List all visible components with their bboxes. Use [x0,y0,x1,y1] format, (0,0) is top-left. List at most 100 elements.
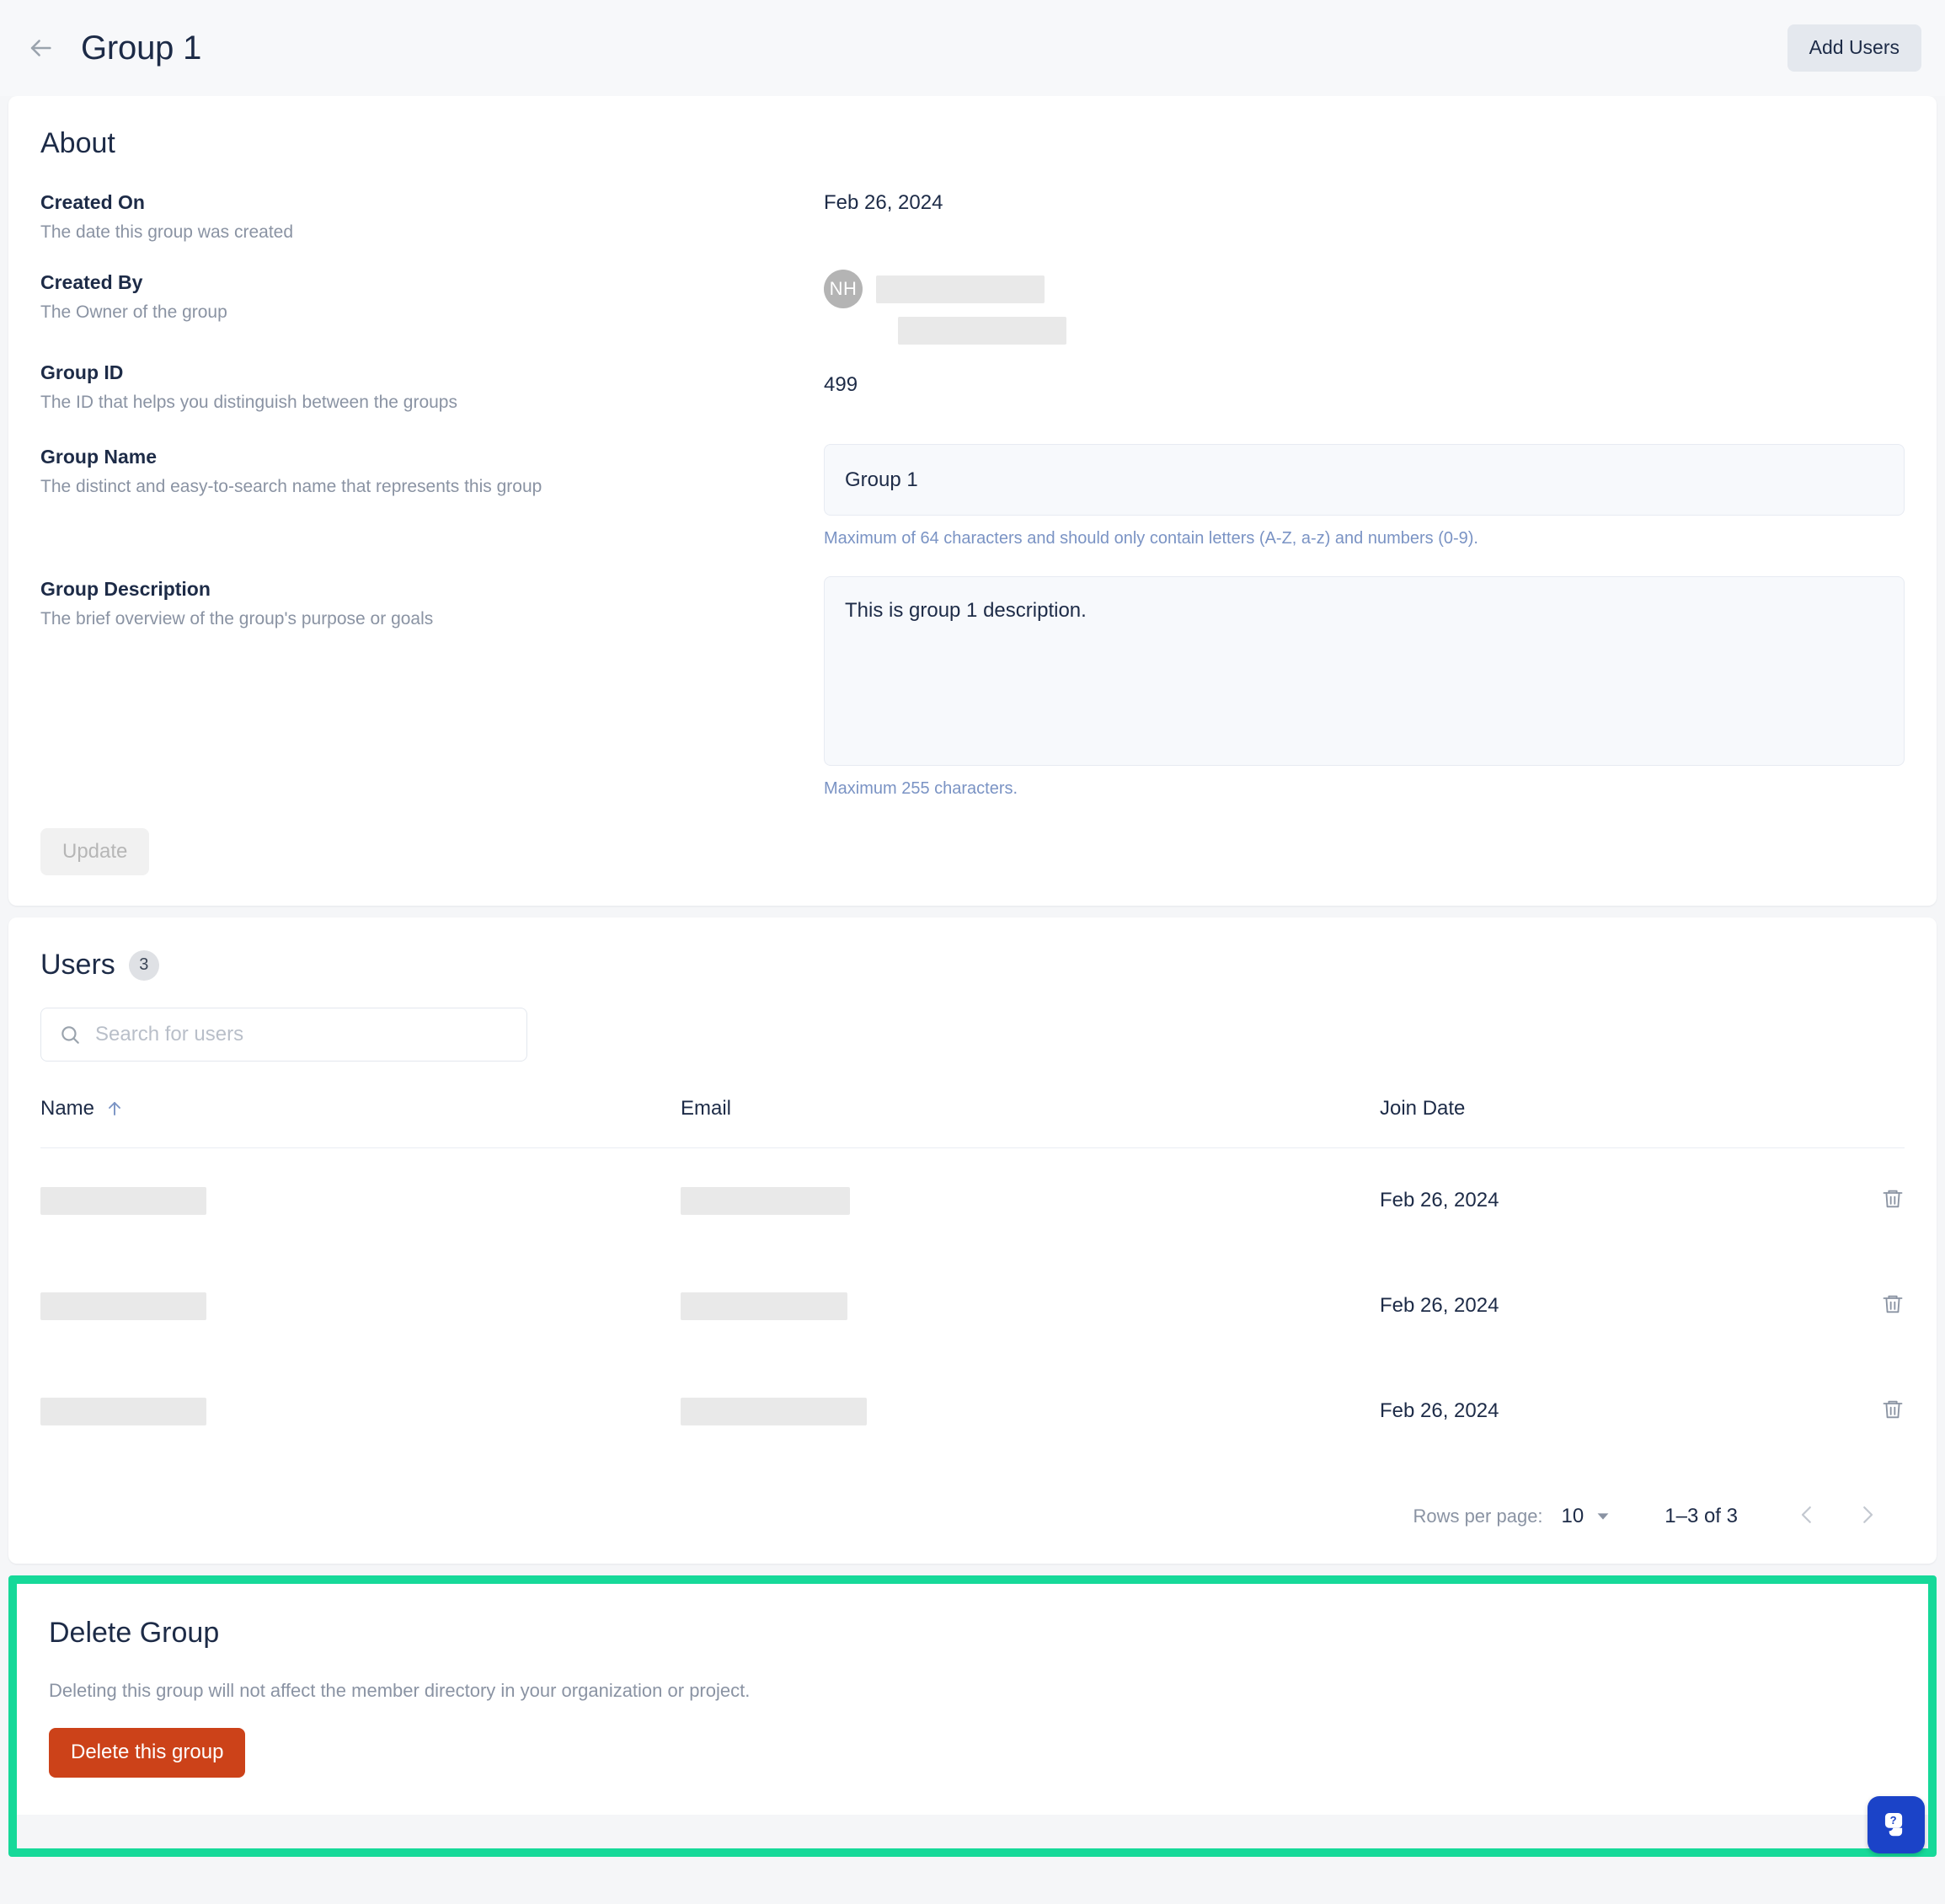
redacted-name [40,1397,206,1425]
column-header-name-label: Name [40,1097,95,1120]
users-count-badge: 3 [128,949,159,981]
help-chat-icon: ? [1880,1808,1912,1842]
cell-email [681,1254,1380,1359]
field-value-group: Maximum 255 characters. [824,575,1905,800]
field-value-group: 499 [824,360,1905,398]
table-row: Feb 26, 2024 [40,1359,1905,1464]
pagination: Rows per page: 10 1–3 of 3 [40,1495,1905,1538]
redacted-user-email [898,317,1066,345]
users-table-head: Name Email Join Date [40,1097,1905,1149]
trash-icon [1881,1292,1905,1318]
about-section-title: About [40,127,115,159]
table-header-row: Name Email Join Date [40,1097,1905,1149]
pagination-prev-button[interactable] [1785,1495,1829,1538]
page-header: Group 1 Add Users [0,0,1945,96]
field-label: Created By [40,271,143,294]
cell-email [681,1359,1380,1464]
users-section-title: Users [40,949,115,981]
add-users-button[interactable]: Add Users [1787,24,1921,72]
rows-per-page-label: Rows per page: [1413,1505,1543,1527]
group-description-input[interactable] [824,575,1905,766]
delete-this-group-button[interactable]: Delete this group [49,1728,246,1778]
about-row-group-description: Group Description The brief overview of … [40,575,1905,800]
group-description-helper-text: Maximum 255 characters. [824,778,1018,798]
about-card: About Created On The date this group was… [8,96,1937,907]
field-label: Group ID [40,361,124,384]
trash-icon [1881,1398,1905,1424]
users-table: Name Email Join Date Feb 26, 2024 Feb 26… [40,1097,1905,1464]
pagination-next-button[interactable] [1846,1495,1889,1538]
users-table-body: Feb 26, 2024 Feb 26, 2024 Feb 26, 2024 [40,1148,1905,1464]
arrow-up-icon [104,1099,125,1119]
delete-group-card: Delete Group Deleting this group will no… [8,1575,1937,1857]
redacted-name [40,1186,206,1215]
field-value-group: NH [824,270,1905,345]
delete-user-button[interactable] [1881,1292,1905,1318]
delete-card-footer-strip [17,1814,1928,1848]
field-description: The Owner of the group [40,302,227,323]
redacted-email [681,1186,850,1215]
field-description: The ID that helps you distinguish betwee… [40,393,457,413]
delete-group-description: Deleting this group will not affect the … [49,1680,751,1702]
field-description: The brief overview of the group's purpos… [40,608,434,628]
field-label: Group Name [40,445,158,468]
cell-name [40,1359,681,1464]
arrow-left-icon [26,34,55,62]
created-on-value: Feb 26, 2024 [824,190,943,214]
group-name-helper-text: Maximum of 64 characters and should only… [824,528,1478,548]
redacted-name [40,1292,206,1320]
field-label: Created On [40,190,145,213]
about-actions: Update [40,827,1905,876]
cell-email [681,1148,1380,1254]
column-header-email-label: Email [681,1097,732,1120]
cell-name [40,1148,681,1254]
field-label: Group Description [40,577,211,600]
update-button[interactable]: Update [40,827,150,876]
column-header-join-date[interactable]: Join Date [1380,1097,1818,1149]
field-description: The distinct and easy-to-search name tha… [40,476,542,496]
cell-join-date: Feb 26, 2024 [1380,1399,1499,1423]
page-title: Group 1 [81,29,202,67]
cell-name [40,1254,681,1359]
column-header-name[interactable]: Name [40,1097,681,1149]
users-section-header: Users 3 [40,948,1905,982]
search-input[interactable] [40,1008,527,1062]
about-row-created-on: Created On The date this group was creat… [40,190,1905,244]
rows-per-page-value: 10 [1561,1504,1584,1527]
page-root: Group 1 Add Users About Created On The d… [0,0,1945,1904]
back-button[interactable] [22,29,59,67]
help-widget-button[interactable]: ? [1868,1796,1925,1853]
cell-actions [1818,1148,1905,1254]
caret-down-icon [1594,1507,1612,1526]
field-label-group: Created On The date this group was creat… [40,190,824,244]
group-name-input[interactable] [824,443,1905,516]
trash-icon [1881,1187,1905,1213]
pagination-range-label: 1–3 of 3 [1664,1504,1738,1527]
redacted-email [681,1292,847,1320]
column-header-email[interactable]: Email [681,1097,1380,1149]
redacted-user-name [876,275,1045,303]
rows-per-page-select[interactable]: 10 [1562,1505,1613,1528]
about-row-group-id: Group ID The ID that helps you distingui… [40,360,1905,414]
field-value-group: Feb 26, 2024 [824,190,1905,216]
cell-actions [1818,1254,1905,1359]
svg-text:?: ? [1890,1814,1897,1826]
cell-actions [1818,1359,1905,1464]
about-row-group-name: Group Name The distinct and easy-to-sear… [40,443,1905,549]
column-header-actions [1818,1097,1905,1149]
chevron-right-icon [1855,1502,1880,1530]
table-row: Feb 26, 2024 [40,1148,1905,1254]
delete-group-title: Delete Group [49,1616,220,1649]
field-value-group: Maximum of 64 characters and should only… [824,443,1905,549]
page-bottom-cutoff [0,1865,1945,1904]
delete-user-button[interactable] [1881,1398,1905,1424]
created-by-user: NH [824,270,1905,309]
cell-join-date: Feb 26, 2024 [1380,1189,1499,1212]
users-search [40,1008,527,1062]
field-label-group: Created By The Owner of the group [40,270,824,324]
delete-user-button[interactable] [1881,1187,1905,1213]
avatar: NH [824,270,863,309]
field-label-group: Group Name The distinct and easy-to-sear… [40,444,824,499]
users-card: Users 3 Name [8,917,1937,1564]
chevron-left-icon [1794,1502,1819,1530]
